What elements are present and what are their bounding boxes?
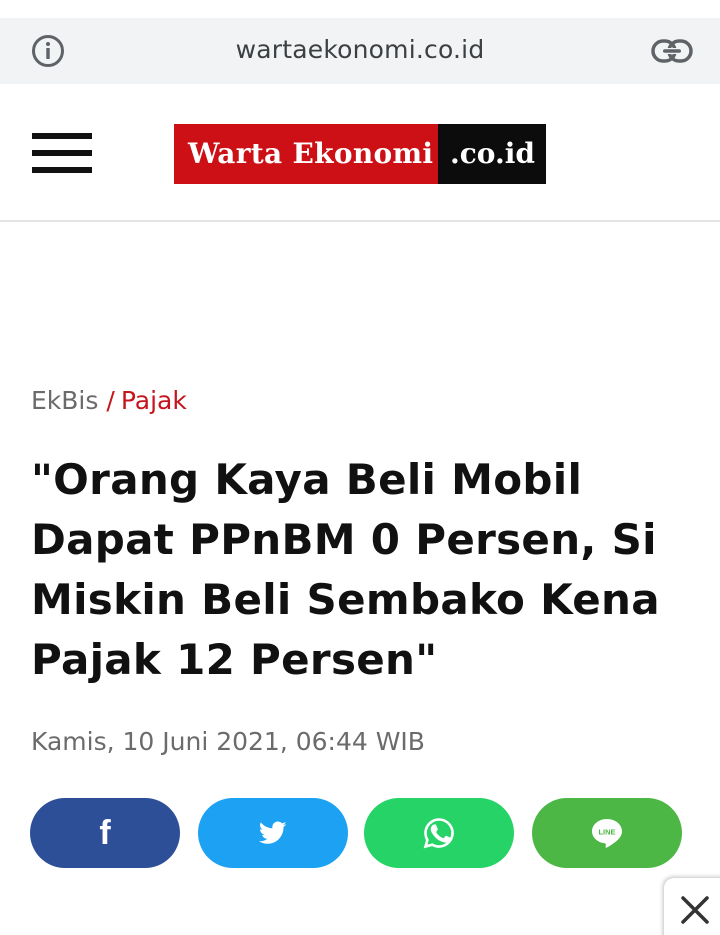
breadcrumb: EkBis / Pajak [31,386,187,415]
site-header: Warta Ekonomi .co.id [0,84,720,222]
share-facebook-button[interactable]: f [30,798,180,868]
ad-close-button[interactable] [664,878,720,935]
article-date: Kamis, 10 Juni 2021, 06:44 WIB [31,727,425,756]
breadcrumb-separator: / [106,386,115,415]
hamburger-menu-icon[interactable] [32,133,92,175]
breadcrumb-category-link[interactable]: Pajak [121,386,187,415]
breadcrumb-section-link[interactable]: EkBis [31,386,98,415]
site-logo[interactable]: Warta Ekonomi .co.id [174,124,546,184]
share-twitter-button[interactable] [198,798,348,868]
article-title: "Orang Kaya Beli Mobil Dapat PPnBM 0 Per… [31,455,660,684]
line-label: LINE [598,828,615,837]
whatsapp-icon [423,818,454,849]
url-text[interactable]: wartaekonomi.co.id [0,35,720,64]
twitter-icon [259,821,287,844]
facebook-icon: f [99,813,111,852]
share-line-button[interactable]: LINE [532,798,682,868]
close-icon [681,896,709,924]
line-icon: LINE [592,819,622,848]
link-icon[interactable] [651,38,693,64]
logo-domain: .co.id [438,124,546,184]
logo-name: Warta Ekonomi [174,124,438,184]
share-whatsapp-button[interactable] [364,798,514,868]
browser-url-bar[interactable]: wartaekonomi.co.id [0,18,720,84]
